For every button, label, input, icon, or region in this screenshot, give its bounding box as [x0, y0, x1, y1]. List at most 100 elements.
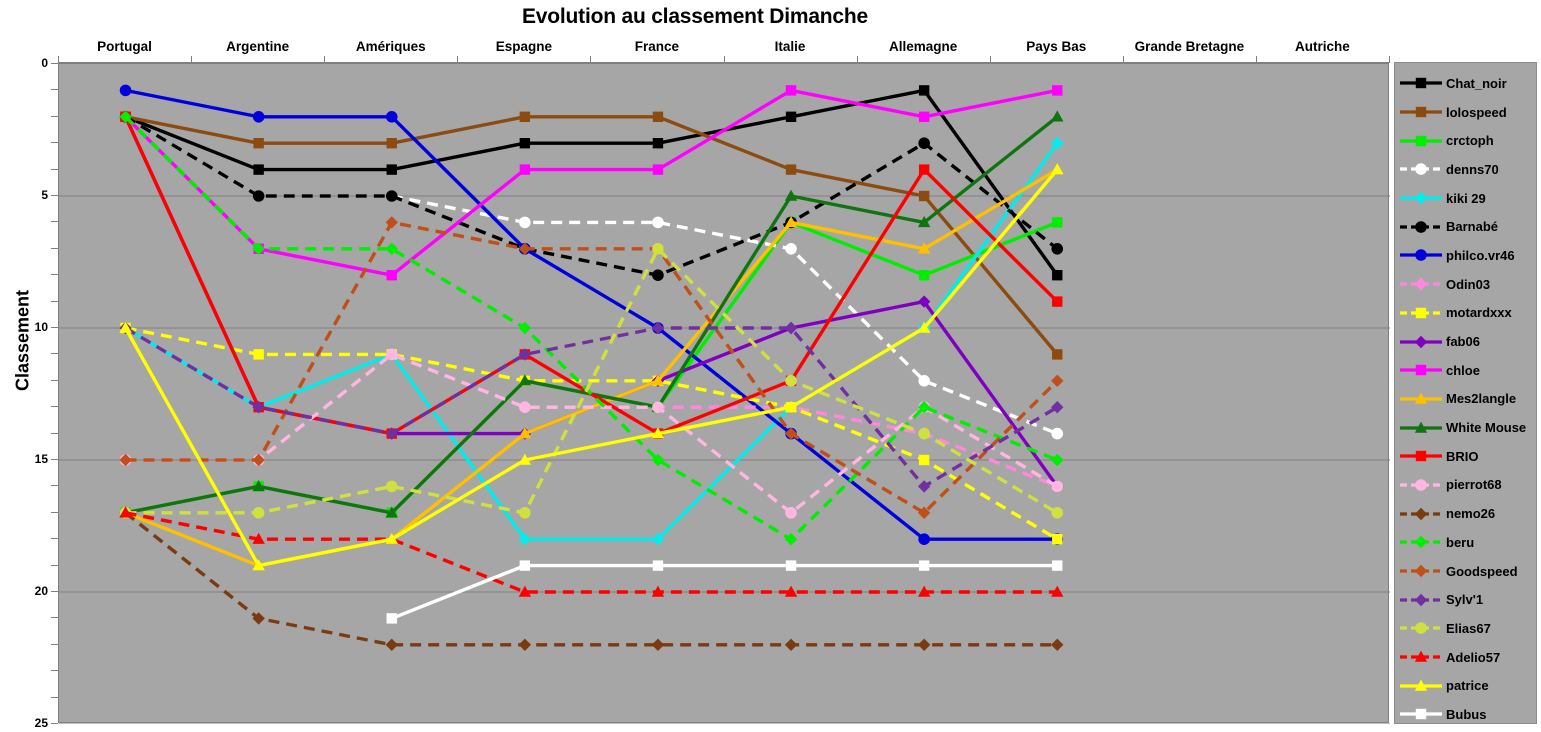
x-axis-tick — [58, 56, 59, 63]
data-point-marker — [652, 216, 664, 229]
data-point-marker — [519, 507, 531, 519]
series-line — [125, 511, 1058, 594]
legend-item[interactable]: Sylv'1 — [1399, 585, 1536, 614]
data-point-marker — [918, 137, 930, 149]
data-point-marker — [1415, 307, 1427, 319]
y-axis-tick — [51, 353, 58, 355]
x-axis-tick — [1255, 56, 1257, 63]
data-point-marker — [918, 375, 930, 387]
series-lolospeed — [120, 111, 1063, 360]
data-point-marker — [652, 111, 664, 122]
y-axis-label: 0 — [41, 56, 48, 70]
data-point-marker — [519, 560, 531, 571]
y-axis-label: 25 — [34, 716, 48, 730]
data-point-marker — [785, 85, 797, 96]
series-nemo26 — [119, 506, 1064, 651]
legend-item[interactable]: beru — [1399, 528, 1536, 557]
legend-item[interactable]: chloe — [1399, 356, 1536, 385]
legend-label: kiki 29 — [1446, 190, 1486, 206]
y-axis-tick — [51, 63, 58, 64]
legend-key-philco-vr46-icon — [1399, 246, 1443, 264]
series-adelio57 — [119, 506, 1064, 597]
legend-label: BRIO — [1446, 448, 1479, 464]
y-axis-tick — [51, 591, 58, 592]
data-point-marker — [519, 164, 531, 175]
legend-key-lolospeed-icon — [1399, 103, 1443, 121]
legend-item[interactable]: crctoph — [1399, 126, 1536, 155]
legend-item[interactable]: Chat_noir — [1399, 69, 1536, 98]
legend-key-patrice-icon — [1399, 677, 1443, 695]
legend-label: Elias67 — [1446, 620, 1491, 636]
legend-key-goodspeed-icon — [1399, 562, 1443, 580]
legend-label: Barnabé — [1446, 219, 1499, 235]
legend-item[interactable]: lolospeed — [1399, 98, 1536, 127]
data-point-marker — [785, 375, 797, 387]
legend-item[interactable]: pierrot68 — [1399, 471, 1536, 500]
series-line — [125, 220, 1058, 515]
legend-label: motardxxx — [1446, 305, 1512, 321]
chart-legend: Chat_noir lolospeed crctoph denns70 kiki 29 B… — [1394, 62, 1537, 724]
data-point-marker — [1052, 296, 1063, 307]
y-axis-label: 20 — [34, 584, 48, 598]
data-point-marker — [1415, 249, 1427, 262]
data-point-marker — [119, 453, 132, 467]
data-point-marker — [1414, 507, 1428, 520]
data-point-marker — [1414, 564, 1428, 578]
legend-item[interactable]: philco.vr46 — [1399, 241, 1536, 270]
data-point-marker — [1415, 106, 1427, 118]
legend-item[interactable]: fab06 — [1399, 327, 1536, 356]
data-point-marker — [385, 638, 398, 651]
y-axis-tick — [51, 379, 58, 381]
data-point-marker — [253, 349, 264, 360]
legend-item[interactable]: BRIO — [1399, 442, 1536, 471]
data-point-marker — [785, 507, 797, 519]
data-point-marker — [1414, 536, 1428, 549]
y-axis-tick — [51, 168, 58, 170]
data-point-marker — [1052, 349, 1063, 360]
data-point-marker — [519, 216, 531, 229]
data-point-marker — [918, 190, 930, 202]
legend-item[interactable]: Elias67 — [1399, 614, 1536, 643]
legend-item[interactable]: kiki 29 — [1399, 184, 1536, 213]
x-axis-tick — [457, 56, 459, 63]
legend-label: chloe — [1446, 362, 1480, 378]
legend-item[interactable]: nemo26 — [1399, 499, 1536, 528]
data-point-marker — [1051, 163, 1064, 175]
y-axis-tick — [51, 406, 58, 408]
legend-item[interactable]: patrice — [1399, 671, 1536, 700]
legend-item[interactable]: Odin03 — [1399, 270, 1536, 299]
x-axis-label: Portugal — [97, 39, 152, 54]
y-axis-label: 15 — [34, 452, 48, 466]
data-point-marker — [519, 138, 531, 149]
legend-item[interactable]: Adelio57 — [1399, 643, 1536, 672]
legend-item[interactable]: Bubus — [1399, 700, 1536, 729]
legend-key-crctoph-icon — [1399, 132, 1443, 150]
data-point-marker — [1414, 277, 1428, 291]
legend-key-white-mouse-icon — [1399, 419, 1443, 437]
legend-item[interactable]: denns70 — [1399, 155, 1536, 184]
data-point-marker — [1051, 374, 1064, 387]
data-point-marker — [652, 164, 664, 175]
legend-item[interactable]: Mes2langle — [1399, 385, 1536, 414]
y-axis-tick — [51, 221, 58, 223]
plot-area — [58, 63, 1390, 724]
x-axis-tick — [324, 56, 326, 63]
x-axis-tick — [989, 56, 991, 63]
data-point-marker — [1051, 453, 1064, 467]
data-point-marker — [1415, 220, 1427, 233]
legend-item[interactable]: White Mouse — [1399, 413, 1536, 442]
legend-label: Bubus — [1446, 706, 1487, 722]
x-axis-tick — [1389, 56, 1390, 63]
series-line — [125, 88, 1058, 541]
legend-item[interactable]: Barnabé — [1399, 212, 1536, 241]
data-point-marker — [386, 164, 397, 175]
x-axis-label: Allemagne — [889, 39, 958, 54]
data-point-marker — [1415, 365, 1427, 376]
y-axis-tick — [51, 696, 58, 698]
data-point-marker — [652, 560, 664, 571]
legend-item[interactable]: Goodspeed — [1399, 557, 1536, 586]
x-axis-tick — [191, 56, 193, 63]
legend-item[interactable]: motardxxx — [1399, 299, 1536, 328]
data-point-marker — [1415, 479, 1427, 491]
legend-label: White Mouse — [1446, 420, 1527, 436]
